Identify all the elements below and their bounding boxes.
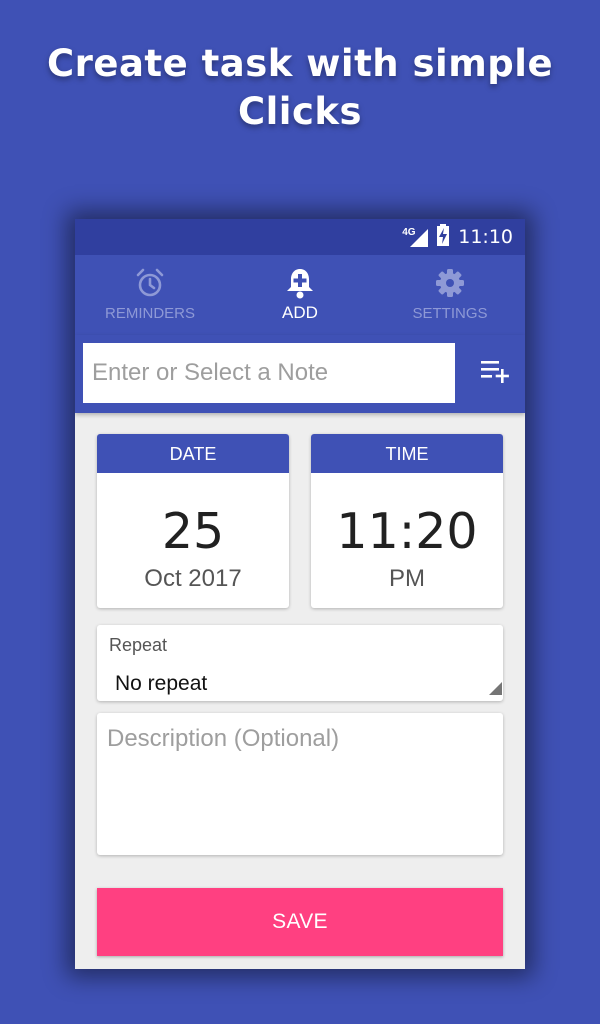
save-button[interactable]: SAVE [97,888,503,956]
note-bar [75,335,525,413]
description-input[interactable] [97,713,503,855]
repeat-value: No repeat [115,672,208,695]
time-header: TIME [311,434,503,473]
date-header: DATE [97,434,289,473]
time-card[interactable]: TIME 11:20 PM [311,434,503,608]
tab-settings-label: SETTINGS [412,305,488,322]
status-icons: 4G 11:10 [402,219,513,255]
tab-add[interactable]: ADD [225,255,375,335]
headline-line-2: Clicks [237,90,363,133]
bell-plus-icon [285,267,315,304]
tab-reminders[interactable]: REMINDERS [75,255,225,335]
headline-line-1: Create task with simple [46,42,554,85]
tab-bar: REMINDERS ADD SETTINGS [75,255,525,335]
time-period: PM [389,565,425,592]
headline: Create task with simple Clicks [0,40,600,136]
description-field[interactable] [97,713,503,855]
tab-settings[interactable]: SETTINGS [375,255,525,335]
note-input[interactable] [83,343,455,403]
date-card[interactable]: DATE 25 Oct 2017 [97,434,289,608]
gear-icon [434,267,466,304]
status-bar: 4G 11:10 [75,219,525,255]
tab-reminders-label: REMINDERS [104,305,195,322]
tab-add-label: ADD [282,303,318,322]
playlist-add-icon[interactable] [481,359,511,388]
dropdown-corner-icon [489,682,502,700]
time-clock: 11:20 [336,503,478,560]
battery-charging-icon [436,223,450,251]
repeat-select[interactable]: Repeat No repeat [97,625,503,701]
repeat-label: Repeat [109,635,168,655]
phone-screen: 4G 11:10 REMINDERS ADD SETTINGS Enter or… [75,219,525,969]
status-clock: 11:10 [458,226,513,248]
signal-4g-icon: 4G [402,227,429,247]
date-day: 25 [161,503,225,560]
date-month-year: Oct 2017 [144,565,242,592]
alarm-clock-icon [134,267,166,304]
